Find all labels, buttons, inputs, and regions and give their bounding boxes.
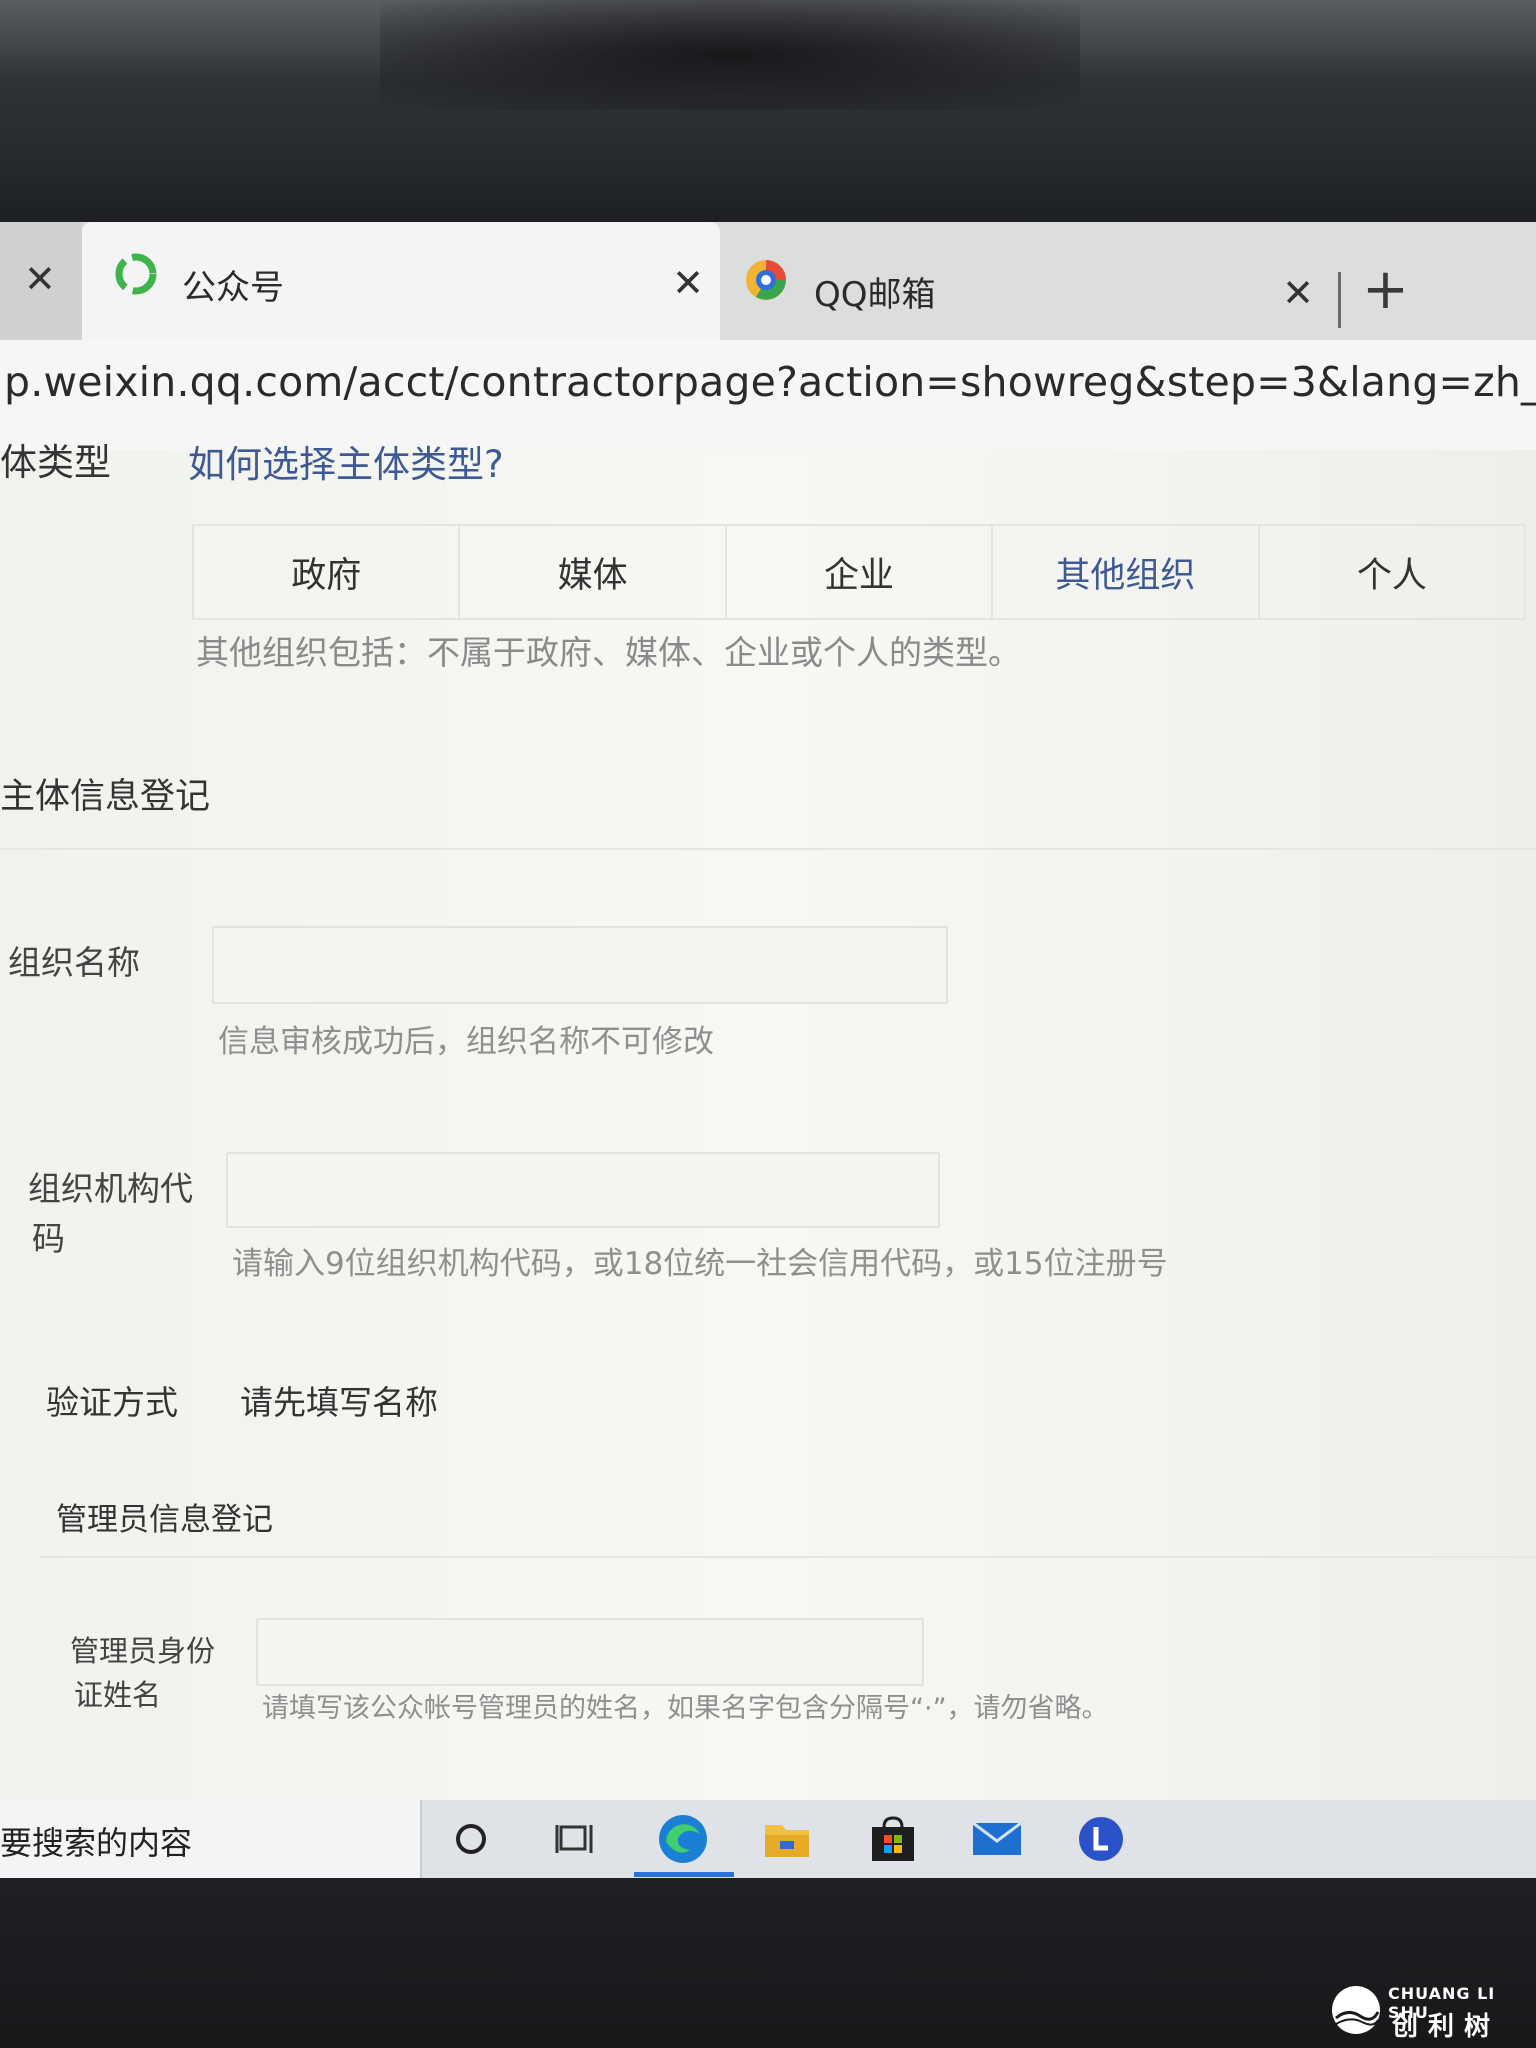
- close-icon[interactable]: ✕: [24, 260, 56, 298]
- section-divider: [40, 1556, 1536, 1558]
- active-app-indicator: [634, 1872, 734, 1877]
- weixin-mp-icon: [115, 253, 157, 295]
- edge-icon[interactable]: [654, 1810, 712, 1868]
- org-code-label: 组织机构代: [28, 1169, 193, 1208]
- tab-separator: [1338, 272, 1341, 328]
- tab-previous[interactable]: ✕: [0, 222, 82, 340]
- registration-page: 体类型 如何选择主体类型? 政府 媒体 企业 其他组织 个人 其他组织包括：不属…: [0, 441, 1536, 1800]
- org-name-input[interactable]: [212, 926, 948, 1004]
- type-option-other-org[interactable]: 其他组织: [993, 526, 1260, 618]
- new-tab-icon[interactable]: +: [1362, 262, 1409, 318]
- app-l-icon[interactable]: [1072, 1810, 1130, 1868]
- close-icon[interactable]: ✕: [672, 264, 704, 302]
- org-code-input[interactable]: [226, 1152, 940, 1228]
- browser-tab-bar: ✕ 公众号 ✕ QQ邮箱 ✕: [0, 222, 1536, 340]
- tab-title: 公众号: [182, 268, 284, 308]
- monitor-bezel-bottom: [0, 1878, 1536, 2048]
- admin-name-hint: 请填写该公众帐号管理员的姓名，如果名字包含分隔号“·”，请勿省略。: [262, 1693, 1109, 1724]
- watermark-logo: CHUANG LI SHU 创利树: [1330, 1980, 1530, 2042]
- taskbar-search-text: 要搜索的内容: [0, 1824, 193, 1862]
- cortana-icon[interactable]: [442, 1810, 500, 1868]
- verify-method-value: 请先填写名称: [240, 1383, 438, 1422]
- file-explorer-icon[interactable]: [758, 1810, 816, 1868]
- type-option-media[interactable]: 媒体: [460, 526, 727, 618]
- org-name-label: 组织名称: [8, 943, 140, 982]
- admin-name-label-cont: 证姓名: [74, 1678, 162, 1712]
- monitor-bezel-top: [0, 0, 1536, 232]
- subject-type-help-link[interactable]: 如何选择主体类型?: [188, 434, 504, 488]
- tab-title: QQ邮箱: [814, 275, 936, 315]
- admin-name-input[interactable]: [256, 1618, 924, 1686]
- section-divider: [0, 848, 1536, 850]
- tab-weixin-mp[interactable]: 公众号 ✕: [82, 222, 720, 340]
- org-code-label-cont: 码: [32, 1219, 65, 1258]
- org-code-hint: 请输入9位组织机构代码，或18位统一社会信用代码，或15位注册号: [232, 1246, 1168, 1282]
- watermark-text-cn: 创利树: [1392, 2012, 1501, 2042]
- org-name-hint: 信息审核成功后，组织名称不可修改: [218, 1024, 714, 1060]
- windows-taskbar: 要搜索的内容: [0, 1800, 1536, 1878]
- task-view-icon[interactable]: [546, 1810, 604, 1868]
- store-icon[interactable]: [864, 1810, 922, 1868]
- subject-type-label: 体类型: [0, 441, 111, 484]
- type-option-individual[interactable]: 个人: [1260, 526, 1524, 618]
- subject-info-heading: 主体信息登记: [0, 777, 211, 817]
- close-icon[interactable]: ✕: [1282, 274, 1314, 312]
- admin-info-heading: 管理员信息登记: [56, 1502, 273, 1538]
- subject-type-selector: 政府 媒体 企业 其他组织 个人: [192, 524, 1526, 620]
- type-option-enterprise[interactable]: 企业: [727, 526, 994, 618]
- type-option-government[interactable]: 政府: [194, 526, 461, 618]
- subject-type-description: 其他组织包括：不属于政府、媒体、企业或个人的类型。: [196, 633, 1021, 672]
- tab-qq-mail[interactable]: QQ邮箱 ✕: [722, 222, 1342, 340]
- taskbar-search-box[interactable]: 要搜索的内容: [0, 1800, 422, 1878]
- mail-icon[interactable]: [968, 1810, 1026, 1868]
- verify-method-label: 验证方式: [46, 1383, 178, 1422]
- qq-mail-icon: [746, 260, 786, 300]
- tree-logo-icon: [1332, 1986, 1380, 2034]
- admin-name-label: 管理员身份: [70, 1634, 216, 1668]
- url-text[interactable]: p.weixin.qq.com/acct/contractorpage?acti…: [4, 358, 1536, 406]
